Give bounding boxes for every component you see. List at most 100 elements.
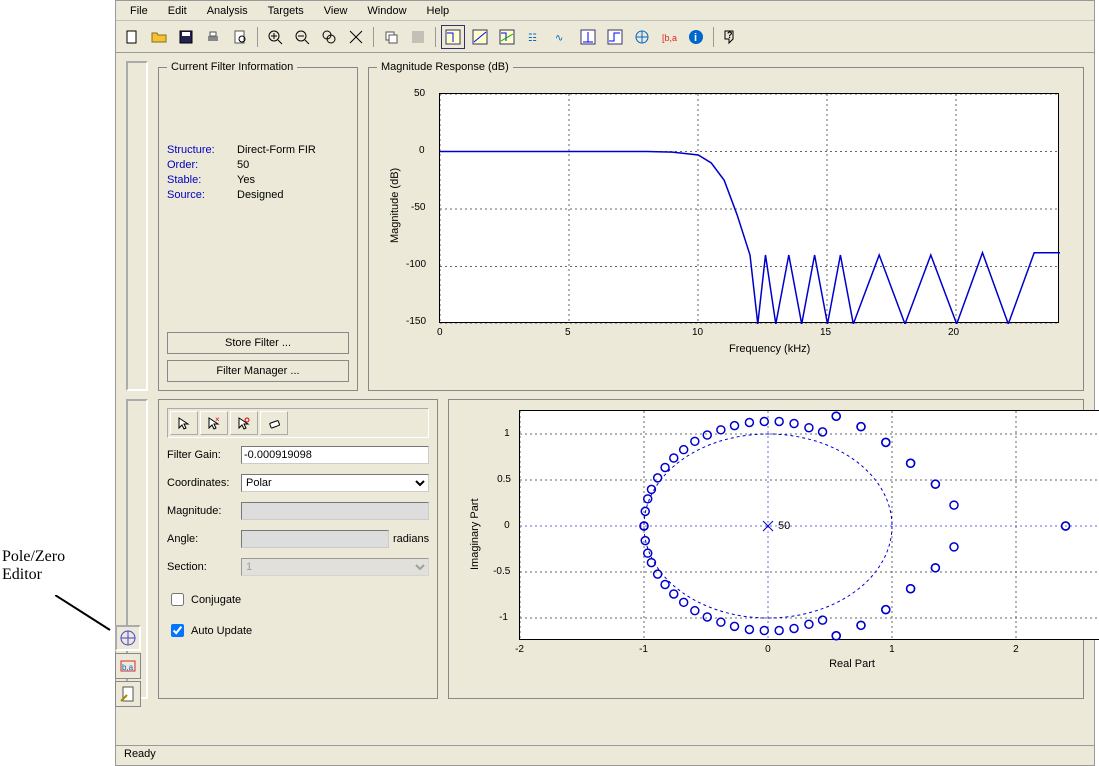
- disabled-icon: [406, 25, 430, 49]
- menu-edit[interactable]: Edit: [160, 3, 195, 18]
- conjugate-checkbox[interactable]: [171, 593, 184, 606]
- print-icon[interactable]: [201, 25, 225, 49]
- pz-ylabel: Imaginary Part: [469, 498, 481, 570]
- angle-label: Angle:: [167, 533, 237, 545]
- pz-xtick: 2: [1013, 644, 1019, 655]
- svg-text:b,a: b,a: [122, 663, 134, 672]
- source-value: Designed: [237, 189, 283, 201]
- zoom-full-icon[interactable]: [344, 25, 368, 49]
- gain-label: Filter Gain:: [167, 449, 237, 461]
- menu-view[interactable]: View: [316, 3, 356, 18]
- pz-xtick: -1: [639, 644, 648, 655]
- mag-xtick: 0: [437, 327, 443, 338]
- save-icon[interactable]: [174, 25, 198, 49]
- svg-text:☷: ☷: [528, 33, 537, 44]
- mag-xtick: 20: [948, 327, 959, 338]
- pz-xlabel: Real Part: [829, 658, 875, 670]
- svg-text:i: i: [694, 32, 697, 44]
- filter-manager-button[interactable]: Filter Manager ...: [167, 360, 349, 382]
- menu-file[interactable]: File: [122, 3, 156, 18]
- menu-window[interactable]: Window: [359, 3, 414, 18]
- pz-xtick: -2: [515, 644, 524, 655]
- open-icon[interactable]: [147, 25, 171, 49]
- import-icon[interactable]: b,a: [115, 653, 141, 679]
- zoom-out-icon[interactable]: [290, 25, 314, 49]
- mag-ylabel: Magnitude (dB): [389, 168, 401, 243]
- store-filter-button[interactable]: Store Filter ...: [167, 332, 349, 354]
- section-select: 1: [241, 558, 429, 576]
- pz-xtick: 1: [889, 644, 895, 655]
- group-delay-icon[interactable]: ☷: [522, 25, 546, 49]
- callout-arrow: [55, 595, 115, 635]
- mag-xtick: 10: [692, 327, 703, 338]
- mag-ytick: -150: [406, 316, 426, 327]
- structure-label: Structure:: [167, 144, 237, 156]
- step-resp-icon[interactable]: [603, 25, 627, 49]
- magnitude-label: Magnitude:: [167, 505, 237, 517]
- pz-ytick: 0: [504, 520, 510, 531]
- add-zero-icon[interactable]: [230, 411, 258, 435]
- left-gutter: [126, 61, 148, 391]
- whatsthis-icon[interactable]: ?: [719, 25, 743, 49]
- coeffs-icon[interactable]: [b,a]: [657, 25, 681, 49]
- new-icon[interactable]: [120, 25, 144, 49]
- pz-ytick: 1: [504, 428, 510, 439]
- impulse-resp-icon[interactable]: [576, 25, 600, 49]
- zoom-x-icon[interactable]: [317, 25, 341, 49]
- polezero-plot-area[interactable]: 50: [519, 410, 1099, 640]
- info-icon[interactable]: i: [684, 25, 708, 49]
- design-icon[interactable]: [115, 681, 141, 707]
- phase-resp-icon[interactable]: [468, 25, 492, 49]
- coords-label: Coordinates:: [167, 477, 237, 489]
- phase-delay-icon[interactable]: ∿: [549, 25, 573, 49]
- mag-resp-icon[interactable]: [441, 25, 465, 49]
- filter-info-panel: Current Filter Information Structure:Dir…: [158, 61, 358, 391]
- order-label: Order:: [167, 159, 237, 171]
- gain-input[interactable]: [241, 446, 429, 464]
- statusbar: Ready: [116, 745, 1094, 765]
- polezero-icon[interactable]: [630, 25, 654, 49]
- svg-text:[b,a]: [b,a]: [662, 33, 677, 43]
- pole-order-text: 50: [778, 520, 790, 532]
- source-label: Source:: [167, 189, 237, 201]
- pz-ytick: -0.5: [493, 566, 510, 577]
- mag-xtick: 5: [565, 327, 571, 338]
- svg-text:∿: ∿: [555, 33, 563, 44]
- filter-info-title: Current Filter Information: [167, 61, 297, 73]
- pointer-icon[interactable]: [170, 411, 198, 435]
- editor-toolbar: ×: [167, 408, 429, 438]
- mag-ytick: 50: [414, 88, 425, 99]
- erase-icon[interactable]: [260, 411, 288, 435]
- magphase-icon[interactable]: [495, 25, 519, 49]
- zoom-in-icon[interactable]: [263, 25, 287, 49]
- angle-unit: radians: [393, 533, 429, 545]
- mag-ytick: -100: [406, 259, 426, 270]
- polezero-editor-icon[interactable]: [115, 625, 141, 651]
- pz-xtick: 0: [765, 644, 771, 655]
- svg-text:?: ?: [727, 30, 733, 40]
- print-preview-icon[interactable]: [228, 25, 252, 49]
- magnitude-plot-area[interactable]: [439, 93, 1059, 323]
- add-pole-icon[interactable]: ×: [200, 411, 228, 435]
- polezero-plot-panel: 50 Imaginary Part Real Part 1 0.5 0 -0.5…: [448, 399, 1084, 699]
- copy-figure-icon[interactable]: [379, 25, 403, 49]
- mag-ytick: -50: [411, 202, 425, 213]
- menu-targets[interactable]: Targets: [260, 3, 312, 18]
- autoupdate-checkbox[interactable]: [171, 624, 184, 637]
- mag-xtick: 15: [820, 327, 831, 338]
- structure-value: Direct-Form FIR: [237, 144, 316, 156]
- order-value: 50: [237, 159, 249, 171]
- coords-select[interactable]: Polar: [241, 474, 429, 492]
- menu-analysis[interactable]: Analysis: [199, 3, 256, 18]
- stable-value: Yes: [237, 174, 255, 186]
- angle-input: [241, 530, 389, 548]
- toolbar: ☷ ∿ [b,a] i ?: [116, 21, 1094, 53]
- menu-help[interactable]: Help: [419, 3, 458, 18]
- magnitude-plot-panel: Magnitude Response (dB) Magnitude (dB) F…: [368, 61, 1084, 391]
- menubar: File Edit Analysis Targets View Window H…: [116, 1, 1094, 21]
- magnitude-plot-title: Magnitude Response (dB): [377, 61, 513, 73]
- pz-ytick: -1: [499, 612, 508, 623]
- mag-ytick: 0: [419, 145, 425, 156]
- magnitude-input: [241, 502, 429, 520]
- section-label: Section:: [167, 561, 237, 573]
